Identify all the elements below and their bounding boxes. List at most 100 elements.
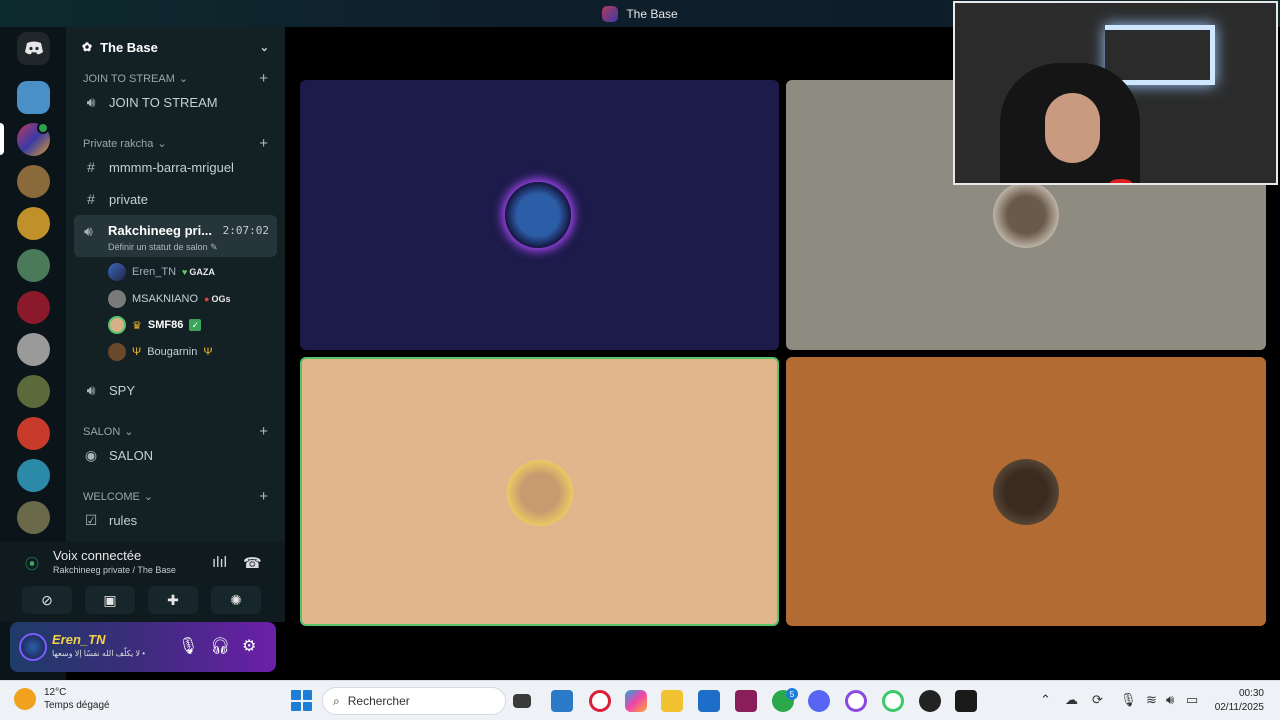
volume-icon[interactable]: 🔊︎ xyxy=(1166,692,1174,708)
discord-home-icon[interactable] xyxy=(17,32,50,65)
add-channel-icon[interactable]: + xyxy=(259,70,268,87)
member-name: Eren_TN xyxy=(132,266,177,278)
category-salon[interactable]: SALON ⌄ + xyxy=(83,423,268,440)
opera-gx-icon[interactable] xyxy=(589,690,611,712)
call-duration: 2:07:02 xyxy=(222,224,269,237)
channel-label: SPY xyxy=(109,382,136,398)
server-icon-11[interactable] xyxy=(17,501,50,534)
channel-rules[interactable]: ☑ rules xyxy=(83,506,268,534)
task-view-icon[interactable] xyxy=(513,694,531,708)
category-join-to-stream[interactable]: JOIN TO STREAM ⌄ + xyxy=(83,70,268,87)
server-icon-9[interactable] xyxy=(17,417,50,450)
video-tile-smf86-speaking[interactable] xyxy=(300,357,779,626)
sync-icon[interactable]: ⟳ xyxy=(1092,692,1103,708)
avatar xyxy=(108,343,126,361)
widgets-icon[interactable] xyxy=(551,690,573,712)
noise-suppression-icon[interactable]: ılıl xyxy=(212,554,227,571)
server-icon-7[interactable] xyxy=(17,333,50,366)
weather-sun-icon xyxy=(14,688,36,710)
opera-icon[interactable] xyxy=(845,690,867,712)
soundboard-button[interactable]: ✺ xyxy=(211,586,261,614)
chevron-down-icon[interactable]: ⌄ xyxy=(260,41,269,54)
set-status-link[interactable]: Définir un statut de salon ✎ xyxy=(108,242,218,253)
chevron-up-icon[interactable]: ⌃ xyxy=(1040,692,1051,708)
selected-server-indicator xyxy=(0,123,4,155)
server-icon-8[interactable] xyxy=(17,375,50,408)
add-channel-icon[interactable]: + xyxy=(259,135,268,152)
voice-member[interactable]: Eren_TN ♥ GAZA xyxy=(108,260,215,284)
set-status-label: Définir un statut de salon xyxy=(108,242,208,252)
chevron-down-icon: ⌄ xyxy=(157,138,167,150)
copilot-icon[interactable] xyxy=(625,690,647,712)
weather-status: Temps dégagé xyxy=(44,700,110,711)
chevron-down-icon: ⌄ xyxy=(124,426,134,438)
microsoft-store-icon[interactable] xyxy=(698,690,720,712)
hash-icon: # xyxy=(87,191,95,207)
check-icon: ✓ xyxy=(189,319,202,331)
server-icon-psy[interactable] xyxy=(17,291,50,324)
voice-member-speaking[interactable]: ♛ SMF86 ✓ xyxy=(108,313,202,337)
obs-icon[interactable] xyxy=(919,690,941,712)
weather-widget[interactable]: 12°C Temps dégagé xyxy=(14,686,110,712)
video-tile-bougarnin[interactable] xyxy=(786,357,1266,626)
avatar[interactable] xyxy=(19,633,47,661)
hash-icon: # xyxy=(87,159,95,175)
server-icon-3[interactable] xyxy=(17,165,50,198)
channel-salon[interactable]: ◉ SALON xyxy=(83,441,268,469)
opera-gx-green-icon[interactable] xyxy=(882,690,904,712)
windows-start-button[interactable] xyxy=(291,690,312,711)
member-name: SMF86 xyxy=(147,319,184,331)
server-icon-10[interactable] xyxy=(17,459,50,492)
discord-taskbar-icon[interactable] xyxy=(808,690,830,712)
server-icon-4[interactable] xyxy=(17,207,50,240)
chevron-down-icon: ⌄ xyxy=(178,73,189,85)
microphone-tray-icon[interactable]: 🎙︎ xyxy=(1120,692,1137,708)
channel-private[interactable]: # private xyxy=(83,185,268,213)
system-clock[interactable]: 00:30 02/11/2025 xyxy=(1215,687,1264,715)
temperature: 12°C xyxy=(44,687,67,698)
screen-share-icon: ▣ xyxy=(103,591,117,608)
channel-join-to-stream[interactable]: 🔊︎ JOIN TO STREAM xyxy=(83,88,268,116)
taskbar-search[interactable]: ⌕ Rechercher xyxy=(322,687,506,715)
activities-button[interactable]: ✚ xyxy=(148,586,198,614)
channel-rakchineeg-private[interactable]: 🔊︎ Rakchineeg pri... 2:07:02 Définir un … xyxy=(74,215,277,257)
server-icon-5[interactable] xyxy=(17,249,50,282)
microphone-icon[interactable]: 🎙︎ xyxy=(178,636,198,656)
channel-label: JOIN TO STREAM xyxy=(109,94,218,110)
search-icon: ⌕ xyxy=(333,693,340,708)
instagram-icon[interactable] xyxy=(735,690,757,712)
file-explorer-icon[interactable] xyxy=(661,690,683,712)
server-icon-1[interactable] xyxy=(17,81,50,114)
tag-label: OGs xyxy=(211,294,231,304)
server-badge-icon: ✿ xyxy=(82,40,93,54)
speaker-lock-icon: 🔊︎ xyxy=(84,223,93,239)
screen-share-button[interactable]: ▣ xyxy=(85,586,135,614)
video-tile-eren[interactable] xyxy=(300,80,779,350)
battery-icon[interactable]: ▭ xyxy=(1186,692,1198,708)
member-tag: ♥ GAZA xyxy=(182,267,215,277)
onedrive-icon[interactable]: ☁ xyxy=(1065,692,1078,708)
channel-spy[interactable]: 🔊︎ SPY xyxy=(83,376,268,404)
channel-mmmm-barra-mriguel[interactable]: # mmmm-barra-mriguel xyxy=(83,153,268,181)
headphones-icon[interactable]: 🎧︎ xyxy=(210,636,230,656)
category-welcome[interactable]: WELCOME ⌄ + xyxy=(83,488,268,505)
red-apple-icon: ● xyxy=(204,294,210,304)
voice-location[interactable]: Rakchineeg private / The Base xyxy=(53,565,176,575)
add-channel-icon[interactable]: + xyxy=(259,423,268,440)
add-channel-icon[interactable]: + xyxy=(259,488,268,505)
camera-off-button[interactable]: ⊘ xyxy=(22,586,72,614)
pencil-icon: ✎ xyxy=(210,242,218,252)
streamlabs-icon[interactable] xyxy=(955,690,977,712)
avatar xyxy=(505,182,571,248)
settings-gear-icon[interactable]: ⚙ xyxy=(242,636,256,656)
category-private-rakcha[interactable]: Private rakcha ⌄ + xyxy=(83,135,268,152)
category-label: Private rakcha xyxy=(83,137,154,150)
voice-member[interactable]: Ψ Bougarnin Ψ xyxy=(108,340,213,364)
voice-member[interactable]: MSAKNIANO ● OGs xyxy=(108,287,230,311)
wifi-icon[interactable]: ≋ xyxy=(1146,692,1157,708)
channel-sidebar: ✿ The Base ⌄ JOIN TO STREAM ⌄ + 🔊︎ JOIN T… xyxy=(66,27,285,542)
avatar xyxy=(108,263,126,281)
disconnect-icon[interactable]: ☎ xyxy=(243,554,262,572)
server-header[interactable]: ✿ The Base ⌄ xyxy=(66,27,285,67)
user-panel[interactable]: Eren_TN لا يكلّف الله نفسًا إلا وسعها • … xyxy=(10,622,276,672)
